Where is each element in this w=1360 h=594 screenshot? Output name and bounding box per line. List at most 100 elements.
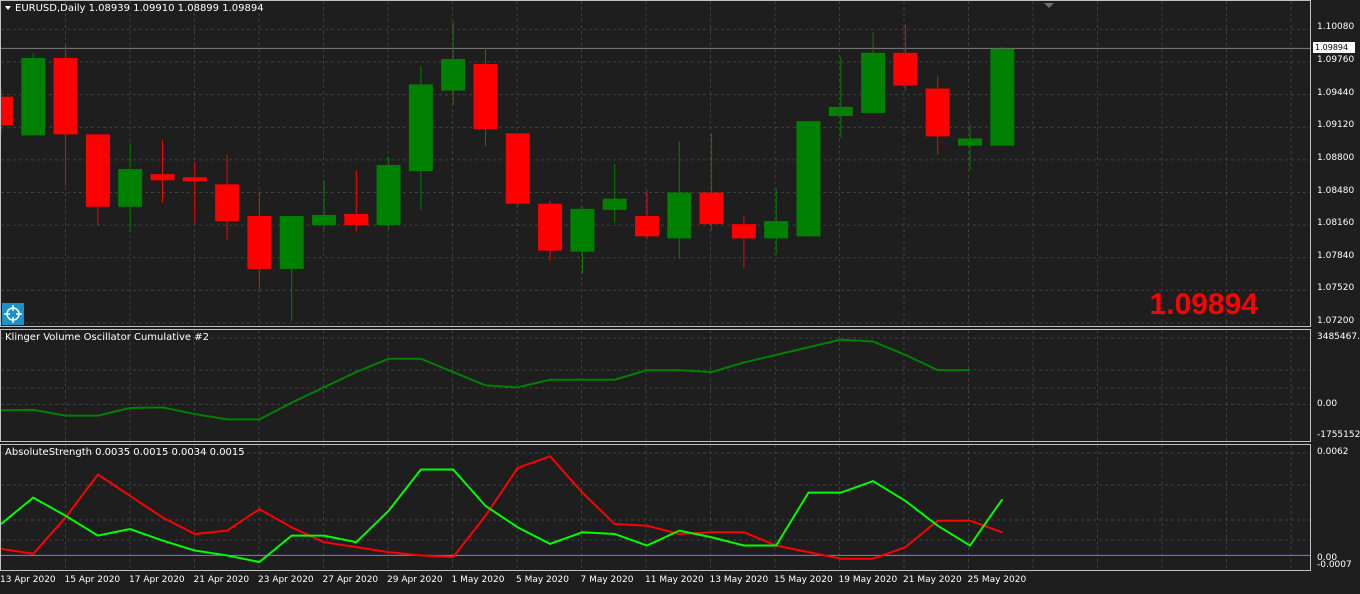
candle — [796, 121, 821, 237]
candle — [182, 161, 207, 224]
candle — [538, 200, 563, 261]
price-axis-label: 1.09760 — [1317, 55, 1355, 65]
candle-body — [893, 52, 918, 86]
klinger-chart[interactable] — [1, 330, 1311, 442]
date-axis-label: 15 May 2020 — [774, 575, 833, 585]
date-axis-label: 21 May 2020 — [903, 575, 962, 585]
bear-strength-line — [1, 455, 1003, 560]
candle — [958, 124, 982, 171]
symbol-menu-icon[interactable] — [5, 6, 11, 10]
big-price-display: 1.09894 — [1149, 288, 1258, 321]
candle — [408, 66, 433, 210]
candle — [667, 141, 692, 259]
date-axis-label: 7 May 2020 — [580, 575, 634, 585]
candle-body — [441, 58, 466, 91]
candle-body — [796, 121, 821, 237]
date-axis-label: 5 May 2020 — [516, 575, 569, 585]
date-axis-label: 1 May 2020 — [451, 575, 505, 585]
candle-body — [279, 215, 304, 269]
price-axis-label: 1.08480 — [1317, 185, 1355, 196]
candle-body — [21, 57, 46, 136]
absolute-strength-pane[interactable]: AbsoluteStrength 0.0035 0.0015 0.0034 0.… — [0, 444, 1311, 571]
candle-body — [861, 52, 886, 113]
date-axis-label: 15 Apr 2020 — [64, 575, 121, 585]
candle-body — [182, 177, 207, 182]
trading-chart-window[interactable]: EURUSD,Daily 1.08939 1.09910 1.08899 1.0… — [0, 0, 1360, 594]
candle-body — [53, 57, 78, 135]
price-chart-pane[interactable]: EURUSD,Daily 1.08939 1.09910 1.08899 1.0… — [0, 0, 1311, 327]
candle — [441, 22, 466, 105]
candle — [279, 215, 304, 321]
date-axis-label: 17 Apr 2020 — [129, 575, 185, 585]
absolute-strength-title: AbsoluteStrength 0.0035 0.0015 0.0034 0.… — [5, 447, 245, 458]
candle-body — [958, 138, 982, 146]
candle-body — [247, 215, 272, 269]
candle-body — [376, 164, 401, 226]
candle — [344, 170, 369, 232]
date-axis-label: 21 Apr 2020 — [193, 575, 250, 585]
candle-body — [312, 214, 336, 226]
candle — [635, 190, 659, 240]
candle — [21, 52, 46, 136]
price-axis-label: 1.07200 — [1317, 316, 1355, 326]
candle — [764, 188, 789, 255]
candle-body — [473, 64, 498, 130]
symbol-quote-text: EURUSD,Daily 1.08939 1.09910 1.08899 1.0… — [15, 3, 264, 14]
price-axis-label: 1.10080 — [1317, 22, 1355, 33]
candle — [473, 47, 498, 147]
candle — [505, 133, 530, 207]
candle-body — [570, 208, 595, 252]
price-axis-label: 1.08800 — [1317, 152, 1355, 163]
candle-body — [990, 48, 1015, 146]
date-axis-label: 23 Apr 2020 — [258, 575, 314, 585]
klinger-line — [1, 338, 970, 421]
candle-body — [925, 88, 950, 137]
candle — [312, 180, 336, 230]
candle — [118, 143, 143, 233]
candle-body — [215, 184, 240, 222]
candlestick-chart[interactable] — [1, 1, 1311, 327]
klinger-oscillator-pane[interactable]: Klinger Volume Oscillator Cumulative #2 — [0, 329, 1311, 442]
candle-body — [828, 106, 853, 117]
date-axis-label: 13 Apr 2020 — [0, 575, 56, 585]
klinger-axis-top: 3485467.1 — [1317, 332, 1360, 342]
shift-marker-icon[interactable] — [1044, 3, 1054, 8]
absolute-strength-chart[interactable] — [1, 445, 1311, 571]
price-axis-label: 1.09120 — [1317, 120, 1355, 131]
date-axis-label: 29 Apr 2020 — [387, 575, 443, 585]
candle-body — [731, 224, 756, 239]
candle-body — [85, 134, 110, 207]
candle-body — [118, 169, 143, 207]
candle-body — [635, 215, 659, 237]
candle-body — [1, 96, 13, 126]
candle — [376, 156, 401, 230]
crosshair-button[interactable] — [2, 303, 24, 325]
candle-body — [764, 221, 789, 239]
current-price-box: 1.09894 — [1313, 42, 1355, 54]
date-axis-label: 11 May 2020 — [645, 575, 704, 585]
candle-body — [408, 84, 433, 172]
candle — [925, 76, 950, 155]
candle — [731, 215, 756, 268]
candle-body — [505, 133, 530, 204]
symbol-info: EURUSD,Daily 1.08939 1.09910 1.08899 1.0… — [5, 3, 264, 14]
candle — [53, 44, 78, 186]
price-axis-label: 1.09440 — [1317, 87, 1355, 98]
abs-axis-bottom: -0.0007 — [1317, 560, 1352, 570]
klinger-axis-zero: 0.00 — [1317, 399, 1338, 409]
date-axis-label: 13 May 2020 — [709, 575, 769, 585]
candle — [699, 133, 724, 231]
candle — [893, 24, 918, 91]
bull-strength-line — [1, 468, 1004, 564]
crosshair-icon — [4, 305, 22, 323]
klinger-title: Klinger Volume Oscillator Cumulative #2 — [5, 332, 209, 343]
klinger-axis-bottom: -1755152.0 — [1317, 430, 1360, 440]
abs-axis-top: 0.0062 — [1317, 447, 1349, 457]
candle-body — [150, 174, 175, 181]
price-axis-label: 1.08160 — [1317, 218, 1355, 229]
date-axis-label: 27 Apr 2020 — [322, 575, 379, 585]
date-axis-label: 19 May 2020 — [838, 575, 898, 585]
candle — [247, 191, 272, 291]
candle — [990, 46, 1015, 146]
candle — [828, 56, 853, 138]
